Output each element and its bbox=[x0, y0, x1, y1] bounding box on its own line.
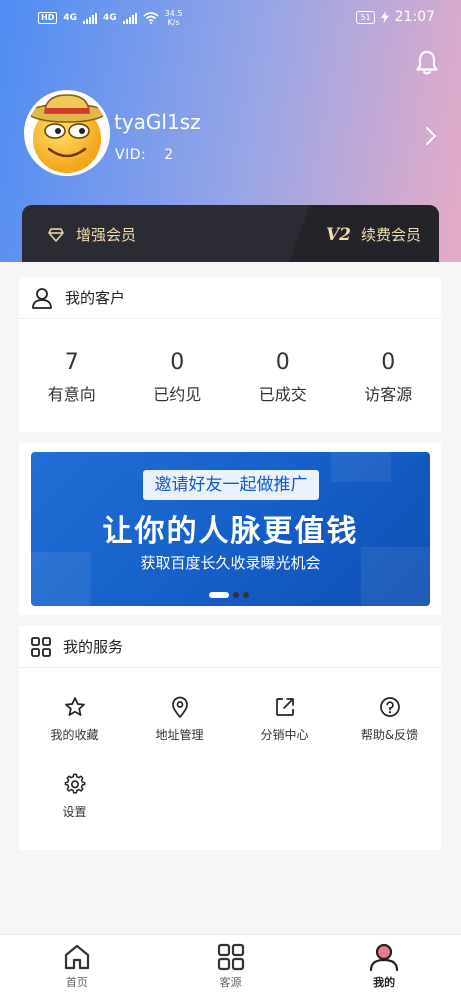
speed-value: 34.5 bbox=[164, 9, 183, 18]
hd-indicator: HD bbox=[38, 12, 58, 24]
chevron-right-icon[interactable] bbox=[425, 126, 437, 146]
battery-icon: 51 bbox=[356, 10, 375, 24]
signal-1-label: 4G bbox=[63, 13, 77, 23]
services-card: 我的服务 我的收藏 地址管理 分销中心 帮助&反馈 设置 bbox=[19, 626, 441, 850]
stat-value: 0 bbox=[275, 350, 290, 375]
customers-title: 我的客户 bbox=[65, 289, 126, 307]
person-icon bbox=[32, 287, 52, 309]
membership-bar[interactable]: 增强会员 V2 续费会员 bbox=[22, 205, 439, 262]
service-settings[interactable]: 设置 bbox=[25, 773, 124, 820]
bell-icon[interactable] bbox=[415, 50, 439, 76]
signal-icon-2 bbox=[122, 12, 137, 24]
location-icon bbox=[171, 696, 188, 718]
vip-level-badge: V2 bbox=[325, 224, 351, 245]
service-label: 帮助&反馈 bbox=[360, 728, 419, 742]
apps-grid-icon bbox=[31, 636, 51, 657]
tab-label: 客源 bbox=[219, 976, 242, 989]
signal-2-label: 4G bbox=[103, 13, 117, 23]
grid-icon bbox=[217, 943, 244, 971]
banner-subtitle: 邀请好友一起做推广 bbox=[143, 470, 319, 500]
diamond-icon bbox=[48, 227, 64, 242]
wifi-icon bbox=[143, 12, 159, 24]
stat-label: 已约见 bbox=[153, 385, 202, 404]
service-address[interactable]: 地址管理 bbox=[130, 696, 229, 743]
carousel-dot[interactable] bbox=[233, 592, 239, 598]
vid-label: VID: bbox=[115, 147, 147, 163]
clock: 21:07 bbox=[394, 9, 435, 25]
stat-label: 访客源 bbox=[364, 385, 413, 404]
tab-home[interactable]: 首页 bbox=[0, 935, 154, 1000]
vid-value: 2 bbox=[164, 147, 174, 163]
signal-icon bbox=[83, 12, 97, 24]
stat-label: 已成交 bbox=[258, 385, 307, 404]
tab-customers[interactable]: 客源 bbox=[154, 935, 308, 1000]
stat-interested[interactable]: 7 有意向 bbox=[22, 349, 122, 405]
stat-label: 有意向 bbox=[47, 385, 96, 404]
status-left: HD 4G 4G 34.5 K/s bbox=[38, 9, 182, 27]
stat-closed[interactable]: 0 已成交 bbox=[233, 349, 333, 405]
service-label: 设置 bbox=[62, 805, 87, 819]
service-distribution[interactable]: 分销中心 bbox=[235, 696, 334, 743]
service-help[interactable]: 帮助&反馈 bbox=[340, 696, 439, 743]
bottom-tab-bar: 首页 客源 我的 bbox=[0, 934, 461, 1000]
services-title: 我的服务 bbox=[63, 638, 124, 656]
banner-decoration bbox=[331, 452, 391, 482]
service-label: 分销中心 bbox=[260, 728, 309, 742]
enhanced-member-label: 增强会员 bbox=[76, 226, 137, 244]
customers-header: 我的客户 bbox=[19, 277, 441, 319]
share-icon bbox=[275, 698, 294, 716]
services-grid: 我的收藏 地址管理 分销中心 帮助&反馈 设置 bbox=[19, 668, 441, 850]
avatar[interactable] bbox=[24, 90, 110, 176]
customers-card: 我的客户 7 有意向 0 已约见 0 已成交 0 访客源 bbox=[19, 277, 441, 432]
carousel-indicator[interactable] bbox=[209, 592, 249, 598]
status-right: 51 21:07 bbox=[356, 9, 435, 25]
user-icon bbox=[370, 943, 399, 971]
service-label: 我的收藏 bbox=[50, 728, 99, 742]
service-label: 地址管理 bbox=[155, 728, 204, 742]
home-icon bbox=[64, 944, 89, 970]
charging-icon bbox=[380, 11, 389, 23]
stat-visitors[interactable]: 0 访客源 bbox=[338, 349, 438, 405]
banner-headline: 让你的人脉更值钱 bbox=[102, 514, 359, 549]
renew-member-button[interactable]: V2 续费会员 bbox=[326, 224, 421, 245]
tab-label: 首页 bbox=[65, 976, 88, 989]
settings-icon bbox=[64, 773, 85, 794]
stat-appointed[interactable]: 0 已约见 bbox=[127, 349, 227, 405]
banner-description: 获取百度长久收录曝光机会 bbox=[140, 554, 321, 572]
renew-member-label: 续费会员 bbox=[360, 226, 421, 244]
avatar-emoji-image bbox=[28, 94, 106, 173]
tab-mine[interactable]: 我的 bbox=[307, 935, 461, 1000]
customer-stats: 7 有意向 0 已约见 0 已成交 0 访客源 bbox=[19, 319, 441, 405]
star-icon bbox=[64, 697, 85, 716]
stat-value: 7 bbox=[64, 350, 79, 375]
carousel-dot-active[interactable] bbox=[209, 592, 229, 598]
service-favorites[interactable]: 我的收藏 bbox=[25, 696, 124, 743]
speed-unit: K/s bbox=[167, 18, 180, 27]
services-header: 我的服务 bbox=[19, 626, 441, 668]
carousel-dot[interactable] bbox=[243, 592, 249, 598]
promo-banner[interactable]: 邀请好友一起做推广 让你的人脉更值钱 获取百度长久收录曝光机会 bbox=[31, 452, 430, 606]
username: tyaGl1sz bbox=[114, 110, 201, 134]
network-speed: 34.5 K/s bbox=[165, 9, 183, 27]
vid-row: VID: 2 bbox=[115, 147, 174, 163]
stat-value: 0 bbox=[170, 350, 185, 375]
enhanced-member[interactable]: 增强会员 bbox=[48, 224, 136, 245]
status-bar: HD 4G 4G 34.5 K/s 51 21:07 bbox=[0, 0, 461, 34]
profile-header: HD 4G 4G 34.5 K/s 51 21:07 tyaGl1sz VID:… bbox=[0, 0, 461, 262]
tab-label: 我的 bbox=[373, 976, 396, 989]
stat-value: 0 bbox=[381, 350, 396, 375]
help-icon bbox=[379, 697, 400, 717]
banner-card: 邀请好友一起做推广 让你的人脉更值钱 获取百度长久收录曝光机会 bbox=[19, 443, 441, 615]
